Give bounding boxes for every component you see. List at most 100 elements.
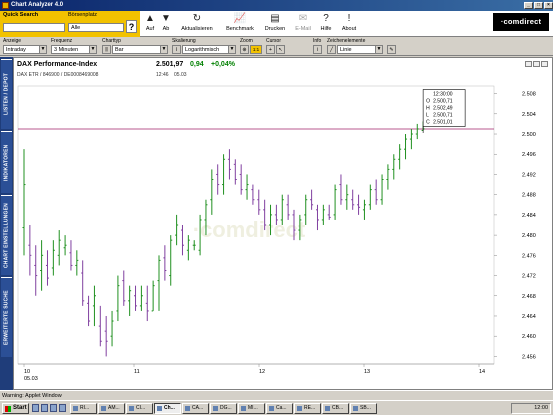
y-tick-label: 2.488 bbox=[522, 193, 536, 199]
maximize-button[interactable]: □ bbox=[534, 2, 543, 9]
down-button[interactable]: ▼ Ab bbox=[159, 12, 173, 36]
pointer-icon[interactable]: ↖ bbox=[276, 45, 285, 54]
arrow-down-icon: ▼ bbox=[161, 13, 171, 24]
task-app-icon bbox=[129, 406, 134, 411]
down-label: Ab bbox=[162, 26, 170, 32]
task-label: CI... bbox=[136, 405, 146, 411]
chart-maximize-icon[interactable] bbox=[533, 61, 540, 67]
crosshair-icon[interactable]: + bbox=[266, 45, 275, 54]
help-button[interactable]: ? Hilfe bbox=[317, 12, 335, 36]
task-label: RE... bbox=[304, 405, 316, 411]
taskbar-button[interactable]: SB... bbox=[350, 403, 377, 414]
task-app-icon bbox=[241, 406, 246, 411]
quicklaunch-app-icon[interactable] bbox=[59, 404, 66, 412]
close-button[interactable]: × bbox=[544, 2, 553, 9]
print-button[interactable]: ▤ Drucken bbox=[262, 12, 288, 36]
sidebar-tab-indikatoren[interactable]: INDIKATOREN bbox=[1, 131, 12, 193]
y-tick-label: 2.460 bbox=[522, 334, 536, 340]
log-scale-icon[interactable]: ⌇ bbox=[172, 45, 181, 54]
y-tick-label: 2.504 bbox=[522, 112, 536, 118]
chevron-down-icon: ▼ bbox=[375, 46, 382, 53]
y-tick-label: 2.472 bbox=[522, 274, 536, 280]
quicklaunch-desktop-icon[interactable] bbox=[41, 404, 48, 412]
anzeige-select[interactable]: Intraday ▼ bbox=[3, 45, 47, 54]
taskbar-button[interactable]: CA... bbox=[182, 403, 209, 414]
price-chart[interactable]: ·comdirect 2.508 2.504 2.500 2.496 2.492 2.488… bbox=[14, 82, 552, 389]
taskbar-button[interactable]: CB... bbox=[322, 403, 349, 414]
tooltip-field-label: O bbox=[426, 99, 430, 105]
chart-minimize-icon[interactable] bbox=[525, 61, 532, 67]
sidebar-tab-chart-einstellungen[interactable]: CHART EINSTELLUNGEN bbox=[1, 195, 12, 275]
sidebar-tab-erweiterte-suche[interactable]: ERWEITERTE SUCHE bbox=[1, 277, 12, 357]
quicklaunch-mail-icon[interactable] bbox=[50, 404, 57, 412]
quick-search-input[interactable] bbox=[3, 23, 65, 32]
task-label: AM... bbox=[108, 405, 120, 411]
draw-line-icon[interactable]: ╱ bbox=[327, 45, 336, 54]
quick-search-panel: Quick Search Börsenplatz Alle ? bbox=[0, 11, 140, 37]
instrument-date: 05.03 bbox=[174, 72, 187, 78]
about-button[interactable]: ! About bbox=[338, 12, 360, 36]
taskbar-button[interactable]: AM... bbox=[98, 403, 125, 414]
taskbar-button[interactable]: DG... bbox=[210, 403, 237, 414]
clock: 12:00 bbox=[534, 405, 548, 411]
title-bar: Chart Analyzer 4.0 _ □ × bbox=[0, 0, 553, 11]
tooltip-value: 2.500,71 bbox=[433, 113, 453, 119]
taskbar-button[interactable]: Ca... bbox=[266, 403, 293, 414]
task-app-icon bbox=[213, 406, 218, 411]
info-icon[interactable]: i bbox=[313, 45, 322, 54]
about-icon: ! bbox=[347, 13, 351, 24]
taskbar-button[interactable]: RI... bbox=[70, 403, 97, 414]
quick-search-help-button[interactable]: ? bbox=[126, 20, 137, 33]
up-label: Auf bbox=[145, 26, 155, 32]
comdirect-logo: ·comdirect bbox=[493, 13, 549, 31]
refresh-button[interactable]: ↻ Aktualisieren bbox=[176, 12, 218, 36]
quicklaunch-browser-icon[interactable] bbox=[32, 404, 39, 412]
x-tick-label: 10 bbox=[24, 369, 30, 375]
taskbar-button[interactable]: RE... bbox=[294, 403, 321, 414]
status-text: Warning: Applet Window bbox=[2, 393, 62, 399]
chevron-down-icon: ▼ bbox=[160, 46, 167, 53]
frequenz-select[interactable]: 3 Minuten ▼ bbox=[51, 45, 97, 54]
status-bar: Warning: Applet Window bbox=[0, 390, 553, 400]
chart-close-icon[interactable] bbox=[541, 61, 548, 67]
benchmark-button[interactable]: 📈 Benchmark bbox=[222, 12, 258, 36]
zoom-reset-button[interactable]: 1:1 bbox=[250, 45, 262, 54]
skalierung-select[interactable]: Logarithmisch ▼ bbox=[182, 45, 236, 54]
charttyp-value: Bar bbox=[115, 47, 124, 53]
start-button[interactable]: Start bbox=[2, 403, 29, 414]
zeichenelemente-select[interactable]: Linie ▼ bbox=[337, 45, 383, 54]
charttyp-label: Charttyp bbox=[102, 38, 121, 44]
tooltip-value: 2.501,01 bbox=[433, 120, 453, 126]
print-label: Drucken bbox=[264, 26, 286, 32]
x-tick-label: 13 bbox=[364, 369, 370, 375]
sidebar-tab-listen-depot[interactable]: LISTEN / DEPOT bbox=[1, 59, 12, 129]
zeichenelemente-label: Zeichenelemente bbox=[327, 38, 366, 44]
bar-chart-icon[interactable]: ⫼ bbox=[102, 45, 111, 54]
taskbar-button[interactable]: CI... bbox=[126, 403, 153, 414]
system-tray: 12:00 bbox=[511, 403, 551, 414]
chevron-down-icon: ▼ bbox=[39, 46, 46, 53]
email-button[interactable]: ✉ E-Mail bbox=[291, 12, 315, 36]
x-tick-label: 12 bbox=[259, 369, 265, 375]
tooltip-value: 2.500,71 bbox=[433, 99, 453, 105]
x-tick-label: 05.03 bbox=[24, 376, 38, 382]
task-app-icon bbox=[101, 406, 106, 411]
chart-panel[interactable]: DAX Performance-Index DAX ETR / 846900 /… bbox=[13, 57, 553, 390]
tooltip-field-label: L bbox=[426, 113, 429, 119]
taskbar-button[interactable]: Ch... bbox=[154, 403, 181, 414]
task-label: DG... bbox=[220, 405, 232, 411]
pencil-icon[interactable]: ✎ bbox=[387, 45, 396, 54]
y-tick-label: 2.476 bbox=[522, 253, 536, 259]
minimize-button[interactable]: _ bbox=[524, 2, 533, 9]
task-label: CA... bbox=[192, 405, 204, 411]
zoom-tool-icon[interactable]: ⊕ bbox=[240, 45, 249, 54]
start-label: Start bbox=[13, 405, 27, 411]
tooltip-value: 2.502,49 bbox=[433, 106, 453, 112]
taskbar-button[interactable]: MI... bbox=[238, 403, 265, 414]
charttyp-select[interactable]: Bar ▼ bbox=[112, 45, 168, 54]
task-label: CB... bbox=[332, 405, 344, 411]
up-button[interactable]: ▲ Auf bbox=[143, 12, 157, 36]
quick-search-label: Quick Search bbox=[3, 12, 39, 18]
boersenplatz-select[interactable]: Alle bbox=[68, 23, 124, 32]
about-label: About bbox=[341, 26, 357, 32]
